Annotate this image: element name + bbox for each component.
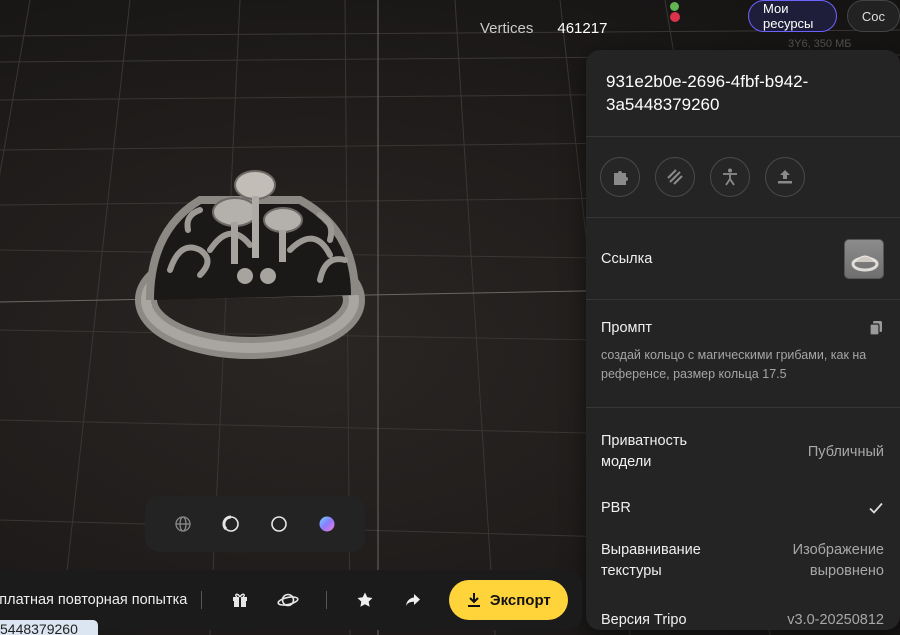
check-icon[interactable] xyxy=(868,500,884,516)
version-value: v3.0-20250812 xyxy=(787,612,884,628)
texture-align-label: Выравнивание текстуры xyxy=(601,542,701,579)
texture-align-value: Изображение выровнено xyxy=(792,542,884,579)
export-label: Экспорт xyxy=(489,591,551,609)
gizmo-y-axis[interactable] xyxy=(670,2,679,11)
vertices-value: 461217 xyxy=(557,20,608,37)
prompt-label: Промпт xyxy=(601,320,653,336)
background-item-info: 3Y6, 350 МБ xyxy=(788,38,852,50)
outline-circle-icon[interactable] xyxy=(270,515,288,533)
rig-icon xyxy=(723,168,737,186)
planet-icon xyxy=(277,593,299,607)
texture-align-row: Выравнивание текстуры Изображение выровн… xyxy=(601,536,884,586)
view-mode-bar xyxy=(145,496,365,552)
axis-gizmo[interactable] xyxy=(668,0,682,26)
divider xyxy=(326,591,328,609)
top-nav: Мои ресурсы Сос xyxy=(748,0,900,32)
share-arrow-icon xyxy=(405,594,420,606)
color-sphere-icon[interactable] xyxy=(318,515,336,533)
rig-button[interactable] xyxy=(710,157,750,197)
model-details-panel: 931e2b0e-2696-4fbf-b942-3a5448379260 Ссы… xyxy=(586,50,900,630)
pbr-label: PBR xyxy=(601,500,631,516)
vertex-stats: Vertices 461217 xyxy=(480,20,607,37)
texture-button[interactable] xyxy=(655,157,695,197)
community-button[interactable]: Сос xyxy=(846,0,900,32)
ring-model[interactable] xyxy=(135,170,365,359)
free-retry-button[interactable]: сплатная повторная попытка xyxy=(0,592,187,608)
vertices-label: Vertices xyxy=(480,20,534,37)
gift-button[interactable] xyxy=(226,586,254,614)
model-actions-row xyxy=(586,137,900,218)
copy-icon[interactable] xyxy=(868,320,884,336)
clay-shaded-icon[interactable] xyxy=(222,515,240,533)
reference-thumbnail[interactable] xyxy=(844,239,884,279)
divider xyxy=(201,591,203,609)
pbr-row: PBR xyxy=(601,484,884,532)
favorite-button[interactable] xyxy=(351,586,379,614)
settings-list: Приватность модели Публичный PBR Выравни… xyxy=(586,408,900,630)
download-icon xyxy=(467,593,480,607)
star-icon xyxy=(357,592,373,607)
puzzle-icon xyxy=(614,171,628,185)
version-label: Версия Tripo xyxy=(601,612,687,628)
export-button[interactable]: Экспорт xyxy=(448,580,569,620)
my-resources-button[interactable]: Мои ресурсы xyxy=(748,0,837,32)
share-button[interactable] xyxy=(399,586,427,614)
retopology-icon xyxy=(778,170,792,184)
model-id-title: 931e2b0e-2696-4fbf-b942-3a5448379260 xyxy=(586,50,900,137)
privacy-label: Приватность модели xyxy=(601,433,688,470)
retopology-button[interactable] xyxy=(765,157,805,197)
privacy-row: Приватность модели Публичный xyxy=(601,428,884,476)
ring-thumbnail-image xyxy=(851,255,879,272)
animate-button[interactable] xyxy=(274,586,302,614)
prompt-text: создай кольцо с магическими грибами, как… xyxy=(601,348,867,381)
model-id-chip[interactable]: 5448379260 xyxy=(0,620,98,635)
reference-section: Ссылка xyxy=(586,218,900,300)
segment-button[interactable] xyxy=(600,157,640,197)
version-row: Версия Tripo v3.0-20250812 xyxy=(601,600,884,630)
privacy-value[interactable]: Публичный xyxy=(808,444,884,460)
gizmo-x-axis[interactable] xyxy=(670,12,680,22)
texture-icon xyxy=(667,169,683,185)
prompt-section: Промпт создай кольцо с магическими гриба… xyxy=(586,300,900,408)
wireframe-globe-icon[interactable] xyxy=(174,515,192,533)
reference-label: Ссылка xyxy=(601,251,653,267)
gift-icon xyxy=(233,593,248,607)
